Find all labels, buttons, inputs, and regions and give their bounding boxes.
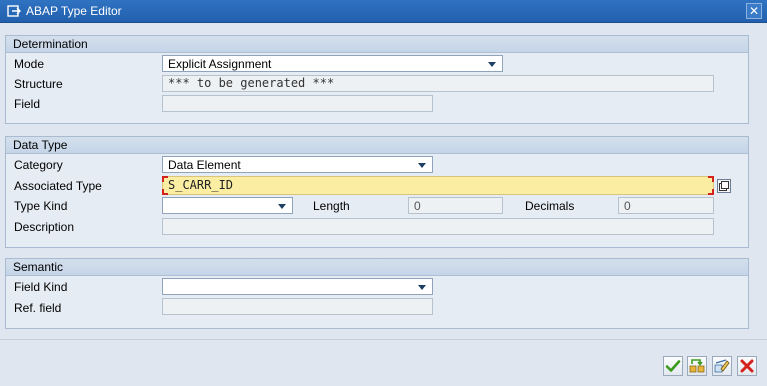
description-field [162, 218, 714, 235]
transfer-icon [689, 359, 705, 373]
length-label: Length [313, 199, 350, 213]
title-bar: ABAP Type Editor ✕ [0, 0, 767, 23]
associated-type-value: S_CARR_ID [168, 178, 234, 192]
ref-field-input [162, 298, 433, 315]
decimals-value: 0 [624, 199, 631, 213]
structure-field: *** to be generated *** [162, 75, 714, 92]
mode-dropdown[interactable]: Explicit Assignment [162, 55, 503, 72]
editor-window-icon [7, 5, 21, 17]
decimals-field: 0 [618, 197, 714, 214]
structure-label: Structure [14, 77, 63, 91]
transfer-button[interactable] [687, 356, 707, 376]
close-icon: ✕ [748, 4, 760, 18]
required-marker [162, 176, 168, 182]
mode-value: Explicit Assignment [168, 57, 272, 71]
footer-divider [0, 339, 767, 340]
dialog-content: Determination Mode Explicit Assignment S… [0, 23, 767, 386]
length-field: 0 [408, 197, 503, 214]
value-help-icon [719, 181, 729, 191]
mode-label: Mode [14, 57, 45, 71]
edit-button[interactable] [712, 356, 732, 376]
value-help-button[interactable] [717, 179, 731, 193]
semantic-header: Semantic [6, 259, 748, 276]
field-kind-label: Field Kind [14, 280, 68, 294]
category-dropdown[interactable]: Data Element [162, 156, 433, 173]
type-kind-label: Type Kind [14, 199, 68, 213]
ref-field-label: Ref. field [14, 301, 62, 315]
field-input [162, 95, 433, 112]
data-type-header: Data Type [6, 137, 748, 154]
cancel-icon [740, 359, 754, 373]
required-marker [708, 176, 714, 182]
type-kind-dropdown[interactable] [162, 197, 293, 214]
category-label: Category [14, 158, 63, 172]
field-kind-dropdown[interactable] [162, 278, 433, 295]
determination-header: Determination [6, 36, 748, 53]
length-value: 0 [414, 199, 421, 213]
associated-type-input[interactable]: S_CARR_ID [162, 176, 714, 195]
window-title: ABAP Type Editor [26, 4, 122, 18]
confirm-button[interactable] [663, 356, 683, 376]
category-value: Data Element [168, 158, 241, 172]
required-marker [708, 189, 714, 195]
structure-value: *** to be generated *** [168, 76, 335, 90]
chevron-down-icon [418, 163, 426, 168]
check-icon [665, 360, 681, 372]
edit-icon [714, 359, 730, 373]
close-button[interactable]: ✕ [746, 3, 762, 19]
cancel-button[interactable] [737, 356, 757, 376]
required-marker [162, 189, 168, 195]
chevron-down-icon [278, 204, 286, 209]
field-label: Field [14, 97, 41, 111]
chevron-down-icon [418, 285, 426, 290]
decimals-label: Decimals [525, 199, 575, 213]
description-label: Description [14, 220, 75, 234]
associated-type-label: Associated Type [14, 179, 102, 193]
chevron-down-icon [488, 62, 496, 67]
